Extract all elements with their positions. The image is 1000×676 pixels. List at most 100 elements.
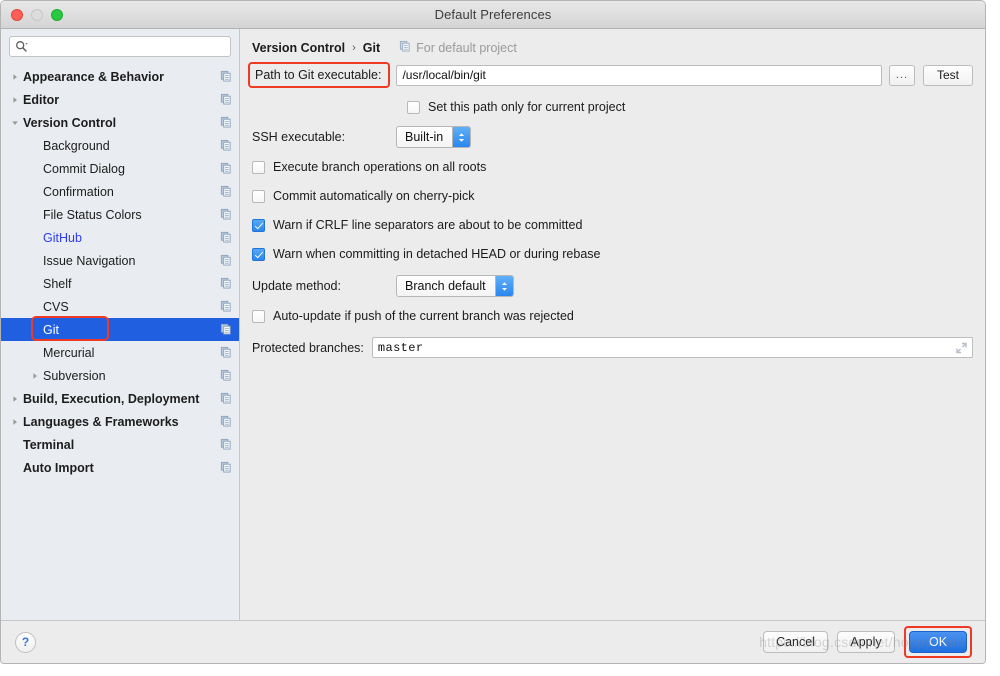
sidebar-item-auto-import[interactable]: Auto Import [1,456,239,479]
cancel-button[interactable]: Cancel [763,631,828,653]
sidebar-item-shelf[interactable]: Shelf [1,272,239,295]
copy-icon[interactable] [220,277,233,290]
ok-button[interactable]: OK [909,631,967,653]
auto-update-row: Auto-update if push of the current branc… [252,306,973,326]
git-option-checkbox[interactable] [252,247,265,261]
git-path-input[interactable]: /usr/local/bin/git [396,64,882,86]
sidebar-item-label: Issue Navigation [43,253,136,268]
git-path-browse-button[interactable]: ... [888,64,915,86]
sidebar-item-languages-frameworks[interactable]: Languages & Frameworks [1,410,239,433]
sidebar-item-label: Git [43,322,59,337]
sidebar-item-label: CVS [43,299,69,314]
git-option-label[interactable]: Warn if CRLF line separators are about t… [273,218,582,232]
copy-icon[interactable] [220,369,233,382]
sidebar-item-label: Version Control [23,115,117,130]
git-option-row: Warn if CRLF line separators are about t… [252,215,973,235]
sidebar-item-label: Auto Import [23,460,94,475]
protected-branches-input[interactable]: master [371,337,973,358]
minimize-button[interactable] [31,8,43,21]
sidebar-item-subversion[interactable]: Subversion [1,364,239,387]
git-option-label[interactable]: Commit automatically on cherry-pick [273,189,474,203]
sidebar-item-terminal[interactable]: Terminal [1,433,239,456]
copy-icon[interactable] [220,185,233,198]
window-title: Default Preferences [434,7,552,22]
ssh-executable-value: Built-in [405,130,444,144]
copy-icon[interactable] [220,323,233,336]
breadcrumb: Version Control › Git For default projec… [252,29,973,59]
sidebar-item-confirmation[interactable]: Confirmation [1,180,239,203]
git-path-test-button[interactable]: Test [923,64,973,86]
auto-update-label[interactable]: Auto-update if push of the current branc… [273,309,574,323]
sidebar-item-editor[interactable]: Editor [1,88,239,111]
copy-icon[interactable] [220,93,233,106]
sidebar-item-label: Subversion [43,368,106,383]
apply-button[interactable]: Apply [837,631,895,653]
sidebar-item-label: Mercurial [43,345,95,360]
update-method-label: Update method: [252,279,341,293]
sidebar-item-version-control[interactable]: Version Control [1,111,239,134]
set-path-current-project-row: Set this path only for current project [252,97,973,117]
update-method-select[interactable]: Branch default [396,275,514,297]
chevron-updown-icon [452,127,471,147]
git-option-label[interactable]: Warn when committing in detached HEAD or… [273,247,600,261]
protected-branches-label: Protected branches: [252,340,364,355]
copy-icon[interactable] [220,438,233,451]
git-option-checkbox[interactable] [252,160,265,174]
git-option-checkbox[interactable] [252,189,265,203]
sidebar-item-cvs[interactable]: CVS [1,295,239,318]
sidebar-item-issue-navigation[interactable]: Issue Navigation [1,249,239,272]
chevron-collapsed-icon[interactable] [7,73,23,81]
set-path-current-project-checkbox[interactable] [407,100,420,114]
zoom-button[interactable] [51,8,63,21]
git-option-row: Execute branch operations on all roots [252,157,973,177]
search-field[interactable] [9,36,231,57]
copy-icon[interactable] [220,461,233,474]
copy-icon[interactable] [220,415,233,428]
sidebar-item-commit-dialog[interactable]: Commit Dialog [1,157,239,180]
chevron-collapsed-icon[interactable] [7,395,23,403]
copy-icon[interactable] [220,346,233,359]
sidebar-item-mercurial[interactable]: Mercurial [1,341,239,364]
sidebar-item-label: Shelf [43,276,72,291]
sidebar-item-background[interactable]: Background [1,134,239,157]
copy-icon[interactable] [220,254,233,267]
help-button[interactable]: ? [15,631,36,653]
auto-update-checkbox[interactable] [252,309,265,323]
sidebar-item-label: Confirmation [43,184,114,199]
git-option-checkbox[interactable] [252,218,265,232]
copy-icon[interactable] [220,116,233,129]
ssh-executable-select[interactable]: Built-in [396,126,472,148]
copy-icon[interactable] [220,139,233,152]
sidebar-item-label: GitHub [43,230,82,245]
git-option-label[interactable]: Execute branch operations on all roots [273,160,486,174]
copy-icon[interactable] [220,300,233,313]
update-method-value: Branch default [405,279,486,293]
sidebar-item-git[interactable]: Git [1,316,239,341]
chevron-updown-icon [494,276,513,296]
sidebar-item-appearance-behavior[interactable]: Appearance & Behavior [1,65,239,88]
git-option-row: Warn when committing in detached HEAD or… [252,244,973,264]
git-option-row: Commit automatically on cherry-pick [252,186,973,206]
copy-icon[interactable] [220,162,233,175]
copy-icon[interactable] [220,231,233,244]
copy-icon[interactable] [220,70,233,83]
chevron-collapsed-icon[interactable] [7,418,23,426]
sidebar-item-label: Languages & Frameworks [23,414,179,429]
copy-icon[interactable] [220,208,233,221]
chevron-collapsed-icon[interactable] [7,96,23,104]
git-settings-panel: Version Control › Git For default projec… [240,29,985,620]
set-path-current-project-label[interactable]: Set this path only for current project [428,100,625,114]
sidebar-item-build-execution-deployment[interactable]: Build, Execution, Deployment [1,387,239,410]
chevron-expanded-icon[interactable] [7,119,23,127]
ssh-executable-label: SSH executable: [252,130,346,144]
close-button[interactable] [11,8,23,21]
chevron-collapsed-icon[interactable] [27,372,43,380]
expand-icon[interactable] [956,342,967,353]
copy-icon[interactable] [220,392,233,405]
git-path-row: Path to Git executable: /usr/local/bin/g… [248,62,973,88]
sidebar-item-label: Background [43,138,110,153]
sidebar-item-github[interactable]: GitHub [1,226,239,249]
git-path-value: /usr/local/bin/git [402,68,486,82]
breadcrumb-parent[interactable]: Version Control [252,41,345,55]
sidebar-item-file-status-colors[interactable]: File Status Colors [1,203,239,226]
